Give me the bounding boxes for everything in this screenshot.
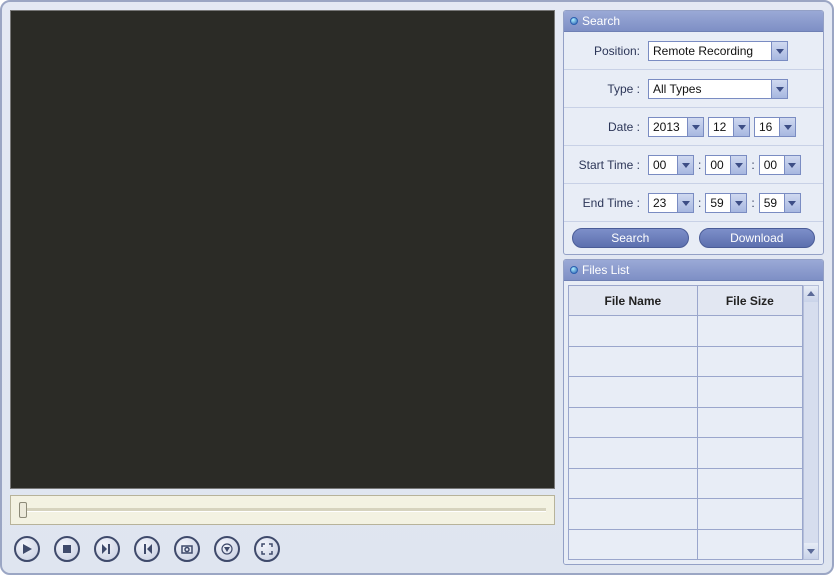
date-year-select[interactable]: 2013 xyxy=(648,117,704,137)
table-row[interactable] xyxy=(569,346,803,376)
prev-frame-button[interactable] xyxy=(134,536,160,562)
search-panel: Search Position: Remote Recording Type :… xyxy=(563,10,824,255)
download-button[interactable]: Download xyxy=(699,228,816,248)
table-row[interactable] xyxy=(569,438,803,468)
next-frame-button[interactable] xyxy=(94,536,120,562)
start-min-select[interactable]: 00 xyxy=(705,155,747,175)
date-day-value: 16 xyxy=(759,120,772,134)
date-year-value: 2013 xyxy=(653,120,680,134)
start-sec-select[interactable]: 00 xyxy=(759,155,801,175)
row-date: Date : 2013 12 16 xyxy=(564,108,823,146)
files-panel-title: Files List xyxy=(582,263,629,277)
files-panel-header: Files List xyxy=(564,260,823,281)
seek-track[interactable] xyxy=(19,508,546,512)
colon: : xyxy=(698,158,701,172)
col-file-size: File Size xyxy=(697,286,802,316)
colon: : xyxy=(698,196,701,210)
files-scrollbar[interactable] xyxy=(803,285,819,560)
end-time-label: End Time : xyxy=(572,196,644,210)
date-month-value: 12 xyxy=(713,120,726,134)
position-label: Position: xyxy=(572,44,644,58)
date-day-select[interactable]: 16 xyxy=(754,117,796,137)
chevron-down-icon xyxy=(730,194,746,212)
speed-down-button[interactable] xyxy=(214,536,240,562)
table-row[interactable] xyxy=(569,316,803,346)
start-sec-value: 00 xyxy=(764,158,777,172)
search-button[interactable]: Search xyxy=(572,228,689,248)
row-end-time: End Time : 23 : 59 : 59 xyxy=(564,184,823,222)
play-button[interactable] xyxy=(14,536,40,562)
bullet-icon xyxy=(570,266,578,274)
files-panel: Files List File Name File Size xyxy=(563,259,824,565)
date-label: Date : xyxy=(572,120,644,134)
type-value: All Types xyxy=(653,82,701,96)
colon: : xyxy=(751,158,754,172)
files-body: File Name File Size xyxy=(564,281,823,564)
type-select[interactable]: All Types xyxy=(648,79,788,99)
chevron-down-icon xyxy=(733,118,749,136)
row-start-time: Start Time : 00 : 00 : 00 xyxy=(564,146,823,184)
table-row[interactable] xyxy=(569,529,803,560)
seek-thumb[interactable] xyxy=(19,502,27,518)
end-min-select[interactable]: 59 xyxy=(705,193,747,213)
chevron-down-icon xyxy=(677,194,693,212)
position-value: Remote Recording xyxy=(653,44,753,58)
snapshot-button[interactable] xyxy=(174,536,200,562)
fullscreen-button[interactable] xyxy=(254,536,280,562)
chevron-down-icon xyxy=(677,156,693,174)
chevron-down-icon xyxy=(784,194,800,212)
bullet-icon xyxy=(570,17,578,25)
end-hour-value: 23 xyxy=(653,196,666,210)
search-panel-title: Search xyxy=(582,14,620,28)
end-min-value: 59 xyxy=(710,196,723,210)
table-row[interactable] xyxy=(569,468,803,498)
start-min-value: 00 xyxy=(710,158,723,172)
search-panel-header: Search xyxy=(564,11,823,32)
row-position: Position: Remote Recording xyxy=(564,32,823,70)
end-hour-select[interactable]: 23 xyxy=(648,193,694,213)
col-file-name: File Name xyxy=(569,286,698,316)
scroll-down-button[interactable] xyxy=(804,543,818,559)
stop-button[interactable] xyxy=(54,536,80,562)
search-buttons-row: Search Download xyxy=(564,222,823,254)
timeline-container xyxy=(10,495,555,525)
row-type: Type : All Types xyxy=(564,70,823,108)
chevron-down-icon xyxy=(784,156,800,174)
chevron-down-icon xyxy=(779,118,795,136)
start-time-label: Start Time : xyxy=(572,158,644,172)
chevron-down-icon xyxy=(771,42,787,60)
colon: : xyxy=(751,196,754,210)
files-table: File Name File Size xyxy=(568,285,803,560)
end-sec-select[interactable]: 59 xyxy=(759,193,801,213)
side-panel: Search Position: Remote Recording Type :… xyxy=(563,10,824,565)
start-hour-value: 00 xyxy=(653,158,666,172)
type-label: Type : xyxy=(572,82,644,96)
start-hour-select[interactable]: 00 xyxy=(648,155,694,175)
position-select[interactable]: Remote Recording xyxy=(648,41,788,61)
chevron-down-icon xyxy=(687,118,703,136)
date-month-select[interactable]: 12 xyxy=(708,117,750,137)
table-row[interactable] xyxy=(569,407,803,437)
playback-controls xyxy=(10,525,555,565)
search-form: Position: Remote Recording Type : All Ty… xyxy=(564,32,823,254)
table-row[interactable] xyxy=(569,499,803,529)
scroll-up-button[interactable] xyxy=(804,286,818,302)
table-row[interactable] xyxy=(569,377,803,407)
app-window: Search Position: Remote Recording Type :… xyxy=(0,0,834,575)
player-panel xyxy=(10,10,555,565)
video-viewport[interactable] xyxy=(10,10,555,489)
end-sec-value: 59 xyxy=(764,196,777,210)
chevron-down-icon xyxy=(771,80,787,98)
table-header-row: File Name File Size xyxy=(569,286,803,316)
chevron-down-icon xyxy=(730,156,746,174)
